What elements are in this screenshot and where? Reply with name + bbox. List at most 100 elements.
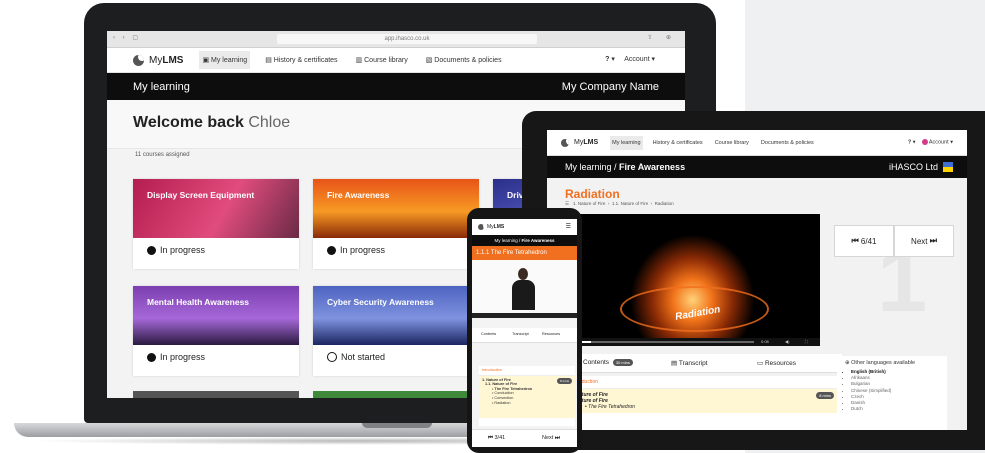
mylms-logo[interactable]: My LMS [561,138,599,147]
next-label: Next [542,435,554,441]
top-nav: My LMS ▣ My learning ▤ History & certific… [107,48,685,73]
video-progress-track[interactable] [579,341,754,343]
breadcrumb-item[interactable]: 1. Nature of Fire [573,201,606,206]
help-icon[interactable]: ? [908,139,911,145]
progress-dot-icon [147,352,156,362]
browser-nav-controls[interactable]: ‹ › ▢ [113,34,141,41]
nav-course-library[interactable]: ▥ Course library [353,51,411,69]
languages-heading: Other languages available [851,360,916,366]
brand-prefix: My [487,224,494,230]
next-button[interactable]: Next ⏭ [542,435,560,442]
previous-button[interactable]: ⏮ 3/41 [488,435,505,442]
duration-badge: 8 mins [557,377,572,385]
nav-documents-policies[interactable]: Documents & policies [759,136,816,150]
course-card[interactable]: Display Screen Equipment In progress [133,179,299,269]
course-card-partial [313,391,479,398]
course-status: In progress [327,245,385,255]
languages-title: ⊕ Other languages available [837,356,947,366]
tab-resources[interactable]: ▭ Resources [757,359,796,367]
breadcrumb-item[interactable]: 1.1. Nature of Fire [612,201,648,206]
list-section-active[interactable]: 1. Nature of Fire 8 mins 1.1. Nature of … [479,375,575,418]
course-card[interactable]: Mental Health Awareness In progress [133,286,299,376]
previous-button[interactable]: ⏮ 6/41 [834,225,894,257]
company-logo-icon [943,162,953,172]
list-item: 1.1. Nature of Fire [485,382,518,387]
account-menu[interactable]: Account [624,56,649,63]
bullet-icon: • [585,404,587,410]
course-image: Display Screen Equipment [133,179,299,238]
contents-section-intro[interactable]: oduction [565,376,842,389]
list-item[interactable]: Convection [494,396,513,400]
fullscreen-icon[interactable]: ⛶ [805,339,808,344]
list-heading[interactable]: Introduction [479,366,575,376]
tab-transcript[interactable]: ▤ Transcript [671,359,708,367]
nav-history-certificates[interactable]: ▤ History & certificates [262,51,340,69]
progress-dot-icon [147,245,156,255]
lesson-title: Radiation [565,187,620,201]
course-card[interactable]: Fire Awareness In progress [313,179,479,269]
course-title: Display Screen Equipment [147,190,255,200]
account-menu[interactable]: Account [929,139,949,145]
nav-history-certificates[interactable]: History & certificates [651,136,705,150]
nav-my-learning[interactable]: ▣ My learning [199,51,251,69]
skip-back-icon: ⏮ [488,435,493,441]
account-area: ? ▾ Account ▾ [605,56,655,63]
skip-back-icon: ⏮ [851,236,859,245]
tab-contents[interactable]: Contents 30 mins [583,359,633,366]
page-count: 3/41 [494,435,506,441]
language-item[interactable]: Dutch [851,406,947,412]
mylms-logo[interactable]: My LMS [133,54,183,66]
bar-prefix: My learning / [494,238,522,243]
chevron-down-icon: ▾ [651,56,655,63]
hamburger-menu-icon[interactable]: ☰ [566,223,571,230]
tab-contents[interactable]: Contents [481,332,496,336]
tab-label: Resources [764,360,797,367]
nav-course-library[interactable]: Course library [713,136,751,150]
languages-panel: ⊕ Other languages available English (Bri… [837,356,947,430]
next-button[interactable]: Next ⏭ [894,225,954,257]
contents-section-active[interactable]: ature of Fire 8 mins ature of Fire • The… [565,389,842,413]
bar-prefix: My learning / [565,162,620,172]
courses-assigned-count: 11 courses assigned [135,152,190,158]
nav-label: Documents & policies [434,57,502,64]
video-controls[interactable] [472,313,577,318]
video-player[interactable] [472,260,577,318]
certificate-icon: ▤ [265,57,274,64]
list-item[interactable]: Radiation [494,401,510,405]
address-bar[interactable]: app.ihasco.co.uk [277,34,537,44]
list-item[interactable]: The Fire Tetrahedron [494,387,532,391]
tablet-header-bar: My learning / Fire Awareness iHASCO Ltd [547,156,967,178]
menu-icon[interactable]: ☰ [565,201,569,206]
nav-my-learning[interactable]: My learning [610,135,643,150]
browser-actions[interactable]: ⇧ ⊕ [647,34,677,41]
language-list: English (British) Afrikaans Bulgarian Ch… [851,369,947,412]
contents-item[interactable]: The Fire Tetrahedron [588,404,635,410]
welcome-text: Welcome back [133,114,244,131]
tab-transcript[interactable]: Transcript [512,332,529,336]
brand-bold: LMS [583,139,599,146]
course-card-partial [133,391,299,398]
list-item[interactable]: Conduction [494,391,513,395]
video-player[interactable]: Radiation ▶ 0:08 ◀) ⛶ [565,214,820,346]
video-time: 0:08 [761,339,769,344]
tab-label: Contents [583,359,610,367]
company-name: My Company Name [561,81,659,93]
skip-forward-icon: ⏭ [554,435,560,441]
next-label: Next [911,236,928,246]
video-controls[interactable]: ▶ 0:08 ◀) ⛶ [565,338,820,346]
tablet-top-nav: My LMS My learning History & certificates… [547,130,967,156]
course-status: In progress [147,245,205,255]
mylms-logo[interactable]: My LMS [478,224,504,230]
breadcrumb-item: Radiation [654,201,674,206]
course-card[interactable]: Cyber Security Awareness Not started [313,286,479,376]
tab-resources[interactable]: Resources [542,332,560,336]
help-icon[interactable]: ? [605,56,609,63]
course-title: Fire Awareness [327,190,390,200]
nav-documents-policies[interactable]: ▧ Documents & policies [423,51,505,69]
flame-logo-icon [561,138,569,147]
volume-icon[interactable]: ◀) [785,339,789,344]
tab-label: Transcript [678,360,708,367]
progress-dot-icon [327,245,336,255]
course-image: Mental Health Awareness [133,286,299,345]
nav-label: Course library [364,57,408,64]
